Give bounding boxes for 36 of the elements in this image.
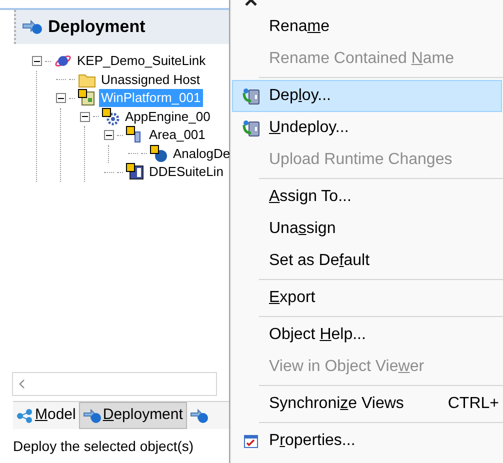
status-text: Deploy the selected object(s) — [13, 436, 194, 456]
gear-icon — [102, 108, 120, 126]
collapse-toggle[interactable] — [56, 93, 66, 104]
network-icon — [16, 408, 33, 424]
menu-item[interactable]: Properties... — [232, 425, 502, 457]
menu-item[interactable]: Unassign — [232, 213, 502, 245]
server-icon — [242, 87, 260, 105]
tree-item[interactable]: Area_001 — [147, 126, 208, 144]
device-icon — [126, 163, 144, 182]
panel-tab[interactable]: Deployment — [78, 402, 187, 429]
tree-item[interactable]: AppEngine_00 — [123, 108, 212, 126]
tree-item[interactable]: KEP_Demo_SuiteLink — [75, 52, 208, 70]
menu-item[interactable]: Deploy... — [232, 80, 502, 112]
menu-item[interactable]: Rename — [232, 11, 502, 43]
computer-icon — [78, 89, 96, 108]
collapse-toggle[interactable] — [104, 130, 114, 140]
collapse-toggle[interactable] — [32, 56, 42, 66]
panel-title: Deployment — [48, 16, 146, 38]
properties-icon — [243, 433, 259, 449]
deployment-icon — [190, 408, 208, 424]
menu-item[interactable]: Synchronize Views CTRL+ — [232, 388, 502, 420]
deployment-icon — [22, 19, 44, 35]
collapse-toggle[interactable] — [80, 112, 90, 122]
menu-item[interactable]: Undeploy... — [232, 112, 502, 144]
shortcut-text: CTRL+ — [448, 394, 500, 414]
menu-item[interactable]: Object Help... — [232, 319, 502, 351]
menu-item[interactable]: Export — [232, 282, 502, 314]
tree-item[interactable]: Unassigned Host — [99, 70, 202, 89]
server-icon — [242, 119, 260, 137]
ball-icon — [150, 144, 168, 163]
tree-item[interactable]: DDESuiteLin — [147, 163, 226, 182]
tree-item[interactable]: AnalogDe — [171, 144, 232, 163]
menu-item[interactable]: Set as Default — [232, 245, 502, 277]
deployment-icon — [82, 408, 101, 424]
panel-tab[interactable]: Model — [13, 402, 79, 429]
menu-item[interactable]: Assign To... — [232, 181, 502, 213]
